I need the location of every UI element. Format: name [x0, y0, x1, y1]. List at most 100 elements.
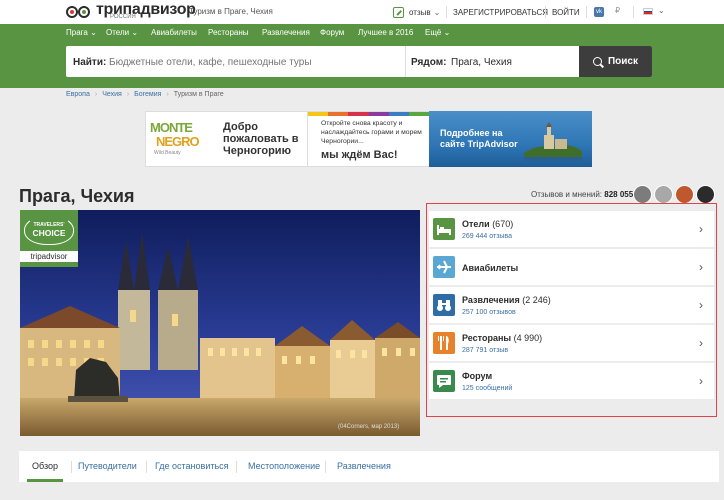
divider [545, 6, 546, 18]
category-panel: Отели (670) 269 444 отзыва › Авиабилеты … [426, 203, 717, 417]
find-label: Найти: [73, 57, 107, 68]
category-sub: 287 791 отзыв [462, 347, 509, 354]
category-title: Рестораны (4 990) [462, 333, 543, 343]
search-button-label: Поиск [607, 56, 638, 67]
category-sub: 125 сообщений [462, 385, 513, 392]
avatar[interactable] [633, 185, 652, 204]
chevron-right-icon: › [699, 374, 703, 388]
russia-flag-icon[interactable] [643, 8, 653, 15]
nav-attractions[interactable]: Развлечения [262, 28, 310, 37]
login-link[interactable]: ВОЙТИ [552, 0, 580, 24]
reviews-count-value: 828 055 [604, 190, 634, 199]
divider [236, 461, 237, 473]
nav-restaurants[interactable]: Рестораны [208, 28, 249, 37]
ad-panel-invite: Откройте снова красоту и наслаждайтесь г… [308, 111, 430, 167]
chevron-right-icon: › [699, 336, 703, 350]
hero-photo[interactable] [20, 210, 420, 436]
breadcrumb-separator: › [94, 91, 98, 98]
divider [633, 6, 634, 18]
search-button[interactable]: Поиск [579, 46, 652, 77]
chevron-right-icon: › [699, 222, 703, 236]
ad-more-text: Подробнее на сайте TripAdvisor [440, 128, 518, 149]
category-sub: 269 444 отзыва [462, 233, 512, 240]
owl-logo-icon [66, 5, 92, 19]
category-title: Отели (670) [462, 219, 514, 229]
photo-credit: (04Corners, мар 2013) [338, 424, 400, 430]
tab-attractions[interactable]: Развлечения [337, 461, 391, 471]
breadcrumb-separator: › [126, 91, 130, 98]
category-sub: 257 100 отзывов [462, 309, 516, 316]
ad-invite-text: Откройте снова красоту и наслаждайтесь г… [321, 120, 422, 145]
avatar[interactable] [675, 185, 694, 204]
tab-location[interactable]: Местоположение [248, 461, 320, 471]
breadcrumb-bohemia[interactable]: Богемия [134, 91, 161, 98]
search-input[interactable] [109, 52, 404, 72]
breadcrumb-separator: › [166, 91, 169, 98]
breadcrumb-czechia[interactable]: Чехия [102, 91, 122, 98]
bed-icon [433, 218, 455, 240]
fork-knife-icon [433, 332, 455, 354]
travelers-choice-badge: TRAVELERS' CHOICE tripadvisor [20, 210, 78, 267]
chevron-down-icon: ⌄ [433, 7, 441, 17]
chevron-right-icon: › [699, 298, 703, 312]
tab-overview[interactable]: Обзор [32, 461, 58, 471]
divider [146, 461, 147, 473]
ad-banner[interactable]: MONTE NEGRO Wild Beauty Добро пожаловать… [145, 111, 592, 167]
breadcrumb-europe[interactable]: Европа [66, 91, 90, 98]
reviews-label: Отзывов и мнений: [531, 190, 603, 199]
nav-prague[interactable]: Прага ⌄ [66, 28, 97, 37]
nav-hotels[interactable]: Отели ⌄ [106, 28, 138, 37]
prague-old-town-image [20, 210, 420, 436]
category-restaurants[interactable]: Рестораны (4 990) 287 791 отзыв › [429, 325, 714, 361]
category-attractions[interactable]: Развлечения (2 246) 257 100 отзывов › [429, 287, 714, 323]
castle-island-image [524, 122, 582, 161]
divider [71, 461, 72, 473]
divider [325, 461, 326, 473]
divider [405, 46, 406, 77]
ad-invite-cta: мы ждём Вас! [321, 149, 398, 161]
nav-more[interactable]: Ещё ⌄ [425, 28, 450, 37]
plane-icon [433, 256, 455, 278]
category-flights[interactable]: Авиабилеты › [429, 249, 714, 285]
write-review-button[interactable]: отзыв ⌄ [393, 0, 440, 24]
nav-flights[interactable]: Авиабилеты [151, 28, 197, 37]
reviews-count: Отзывов и мнений: 828 055 [531, 190, 633, 199]
search-box: Найти: Рядом: Поиск [66, 46, 652, 77]
currency-selector[interactable]: ₽ [615, 6, 620, 15]
chevron-right-icon: › [699, 260, 703, 274]
register-link[interactable]: ЗАРЕГИСТРИРОВАТЬСЯ [453, 0, 548, 24]
active-tab-indicator [27, 479, 63, 482]
category-title: Развлечения (2 246) [462, 295, 551, 305]
nav-forum[interactable]: Форум [320, 28, 344, 37]
ad-panel-welcome: MONTE NEGRO Wild Beauty Добро пожаловать… [145, 111, 308, 167]
breadcrumb: Европа › Чехия › Богемия › Туризм в Праге [66, 91, 224, 98]
search-icon [592, 57, 602, 66]
divider [586, 6, 587, 18]
location-input[interactable] [451, 52, 576, 72]
tab-where-to-stay[interactable]: Где остановиться [155, 461, 229, 471]
category-title: Форум [462, 371, 493, 381]
avatar[interactable] [696, 185, 715, 204]
chat-icon [433, 370, 455, 392]
vk-icon[interactable]: vk [594, 7, 604, 17]
montenegro-logo: MONTE NEGRO Wild Beauty [150, 120, 200, 156]
divider [446, 6, 447, 18]
breadcrumb-current: Туризм в Праге [173, 91, 224, 98]
category-hotels[interactable]: Отели (670) 269 444 отзыва › [429, 211, 714, 247]
ad-panel-more: Подробнее на сайте TripAdvisor [429, 111, 592, 167]
nav-best-of-2016[interactable]: Лучшее в 2016 [358, 28, 413, 37]
category-forum[interactable]: Форум 125 сообщений › [429, 363, 714, 399]
chevron-down-icon[interactable]: ⌄ [658, 6, 665, 15]
top-bar: трипадвизор РОССИЯ Туризм в Праге, Чехия… [0, 0, 724, 24]
page-title: Прага, Чехия [19, 186, 135, 206]
review-label: отзыв [409, 7, 431, 17]
ad-color-stripe [308, 112, 430, 116]
main-header: Прага ⌄ Отели ⌄ Авиабилеты Рестораны Раз… [0, 24, 724, 88]
logo-region: РОССИЯ [110, 14, 136, 20]
near-label: Рядом: [411, 57, 447, 68]
avatar[interactable] [654, 185, 673, 204]
tab-guides[interactable]: Путеводители [78, 461, 137, 471]
header-location: Туризм в Праге, Чехия [189, 7, 273, 16]
category-title: Авиабилеты [462, 263, 519, 273]
badge-line2: CHOICE [32, 228, 66, 238]
